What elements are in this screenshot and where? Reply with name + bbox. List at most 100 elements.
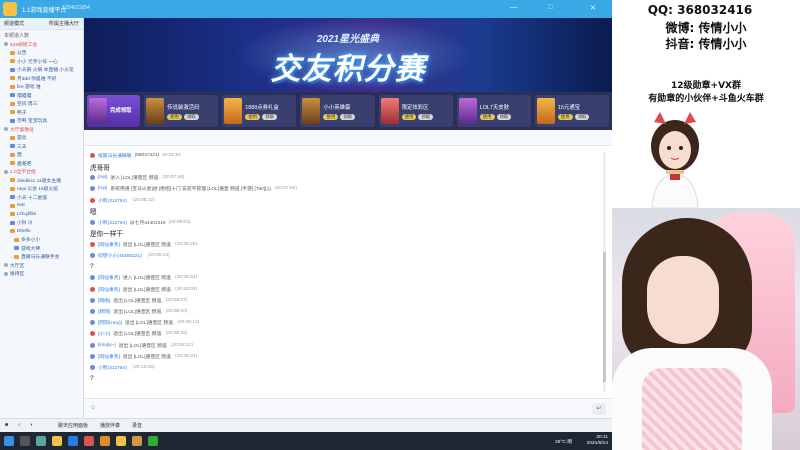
channel-tree-item[interactable]: 小天 十二星座 <box>0 193 83 202</box>
claim-gift-button[interactable]: 领取 <box>262 113 277 120</box>
tab-channel-mode[interactable]: 频道模式 <box>4 20 24 27</box>
browser-icon[interactable] <box>68 436 78 446</box>
maximize-button[interactable]: □ <box>548 4 552 11</box>
channel-tree-item[interactable]: 小天鹅 火锅 本直播 小火花 <box>0 66 83 75</box>
channel-tree-item[interactable]: 公告 <box>0 49 83 58</box>
channel-tree-item[interactable]: nepi 公会 15级火焰 <box>0 185 83 194</box>
chat-username[interactable]: [rvp] <box>98 175 107 180</box>
channel-tree-item[interactable]: 大厅集散处 <box>0 125 83 134</box>
use-gift-button[interactable]: 使用 <box>557 113 573 120</box>
channel-tree-item[interactable]: test <box>0 202 83 211</box>
chat-username[interactable]: 小熊(312784) <box>98 197 127 204</box>
title-bar: 1.1游戏直播平台 1254621654 — □ ✕ <box>0 0 612 18</box>
claim-gift-button[interactable]: 领取 <box>574 113 590 120</box>
gift-card[interactable]: 15元通宝 使用 领取 <box>534 95 610 127</box>
chat-input-bar[interactable]: ☺ ↵ <box>84 398 612 418</box>
start-icon[interactable] <box>4 436 14 446</box>
chat-username[interactable]: [阿阳(Hey)] <box>98 319 122 326</box>
channel-tree-item[interactable]: 盘基吧 <box>0 159 83 168</box>
claim-gift-button[interactable]: 领取 <box>183 113 199 120</box>
channel-tree-item[interactable]: 549规矩工会 <box>0 40 83 49</box>
channel-tree-item[interactable]: 小铃 冷 <box>0 219 83 228</box>
gift-card[interactable]: LOL7天皮肤 使用 领取 <box>456 95 531 127</box>
send-button[interactable]: ↵ <box>592 403 606 415</box>
channel-tree-item[interactable]: Dhello <box>0 227 83 236</box>
accompaniment-button[interactable]: 播放伴奏 <box>100 422 120 429</box>
channel-tree-item[interactable]: 月ddd 你是谁 不好 <box>0 74 83 83</box>
use-gift-button[interactable]: 使用 <box>479 113 495 120</box>
window-subtitle: 1254621654 <box>62 5 90 11</box>
explorer-icon[interactable] <box>52 436 62 446</box>
chat-scrollbar[interactable] <box>603 152 606 392</box>
use-gift-button[interactable]: 使用 <box>323 113 339 120</box>
taskview-icon[interactable] <box>36 436 46 446</box>
channel-tree-item[interactable]: 奈鸭 宝宝玩具 <box>0 117 83 126</box>
close-button[interactable]: ✕ <box>590 4 596 12</box>
channel-tree-item[interactable]: 直播马长通联手会 <box>0 253 83 262</box>
mic-icon[interactable]: ♪ <box>18 422 21 428</box>
app-orange-icon[interactable] <box>100 436 110 446</box>
channel-tree-item[interactable]: LOLyllllie <box>0 210 83 219</box>
chat-username[interactable]: [rvp] <box>98 186 107 191</box>
chat-username[interactable]: 仰望小小(45480321) <box>98 252 142 259</box>
chat-username[interactable]: [网络] <box>98 297 110 304</box>
emoji-icon[interactable]: ☺ <box>90 405 96 411</box>
chat-username[interactable]: [同仙事务] <box>98 286 120 293</box>
use-gift-button[interactable]: 使用 <box>245 113 261 120</box>
tab-hall[interactable]: 所属主播大厅 <box>49 20 79 27</box>
streamer-face <box>647 256 719 344</box>
app-brown-icon[interactable] <box>132 436 142 446</box>
chat-username[interactable]: [同仙事务] <box>98 353 120 360</box>
use-gift-button[interactable]: 使用 <box>167 113 182 120</box>
chat-username[interactable]: 小熊(312784) <box>98 219 127 226</box>
channel-tree-item[interactable]: 游兵 <box>0 134 83 143</box>
channel-tree-item[interactable]: fire 游戏 谁 <box>0 83 83 92</box>
channel-tree-item[interactable]: cliedlecc 11级女主播 <box>0 176 83 185</box>
gift-info: 1888点券礼盒 使用 领取 <box>245 103 279 120</box>
channel-tree-item[interactable]: 唐 <box>0 151 83 160</box>
chat-username[interactable]: [小小] <box>98 330 110 337</box>
app-red-icon[interactable] <box>84 436 94 446</box>
channel-tree-item[interactable]: 喵喵喵 <box>0 91 83 100</box>
use-gift-button[interactable]: 使用 <box>401 113 417 120</box>
gift-card[interactable]: 小小英雄蛋 使用 领取 <box>300 95 375 127</box>
chat-username[interactable]: [新网] <box>98 308 110 315</box>
channel-tree-item[interactable]: 接待区 <box>0 270 83 279</box>
channel-tree-item[interactable]: 多多小小 <box>0 236 83 245</box>
record-button[interactable]: 录音 <box>132 422 142 429</box>
app-yellow-icon[interactable] <box>116 436 126 446</box>
gift-card[interactable]: 完成领取 <box>87 95 141 127</box>
weather-tray[interactable]: 25°C 雨 <box>555 438 572 445</box>
event-banner[interactable]: 2021星光盛典 交友积分赛 <box>84 18 612 92</box>
gift-card[interactable]: 限定炫彩区 使用 领取 <box>378 95 453 127</box>
channel-tree-item[interactable]: 小小 元亨小号 一心 <box>0 57 83 66</box>
minimize-button[interactable]: — <box>510 4 517 11</box>
speaker-icon[interactable]: ◖ <box>30 422 33 428</box>
channel-tree-label: 盘基吧 <box>17 161 32 167</box>
claim-gift-button[interactable]: 领取 <box>418 113 434 120</box>
gift-card[interactable]: 1888点券礼盒 使用 领取 <box>222 95 297 127</box>
search-icon[interactable] <box>20 436 30 446</box>
user-avatar-icon[interactable]: ☻ <box>4 422 9 428</box>
channel-tree-item[interactable]: 游戏大神 <box>0 244 83 253</box>
chat-username[interactable]: 纸股马长通联联 <box>98 152 132 159</box>
channel-tree-item[interactable]: 三夫 <box>0 142 83 151</box>
claim-gift-button[interactable]: 领取 <box>496 113 512 120</box>
chat-apps-button[interactable]: 聊天应用面板 <box>58 422 88 429</box>
chat-username[interactable]: [同仙事务] <box>98 274 120 281</box>
chat-time: (20:08:22) <box>171 342 193 348</box>
chat-username[interactable]: [同仙事务] <box>98 241 120 248</box>
channel-tree-label: Dhello <box>17 228 31 234</box>
channel-tree-item[interactable]: 鸭子 <box>0 108 83 117</box>
app-green-icon[interactable] <box>148 436 158 446</box>
chat-username[interactable]: [kingly~] <box>98 343 116 348</box>
channel-tree-item[interactable]: 空间 周三 <box>0 100 83 109</box>
chat-username[interactable]: 小熊(312784) <box>98 364 127 371</box>
claim-gift-button[interactable]: 领取 <box>340 113 356 120</box>
group-info-2: 有勋章的小伙伴+斗鱼火车群 <box>648 94 764 104</box>
scrollbar-thumb[interactable] <box>603 252 606 382</box>
channel-tree-item[interactable]: 1.0全平台组 <box>0 168 83 177</box>
clock[interactable]: 20:11 2021/8/14 <box>587 435 608 447</box>
gift-card[interactable]: 传说装激活码 使用 领取 <box>144 95 219 127</box>
channel-tree-item[interactable]: 大厅区 <box>0 261 83 270</box>
